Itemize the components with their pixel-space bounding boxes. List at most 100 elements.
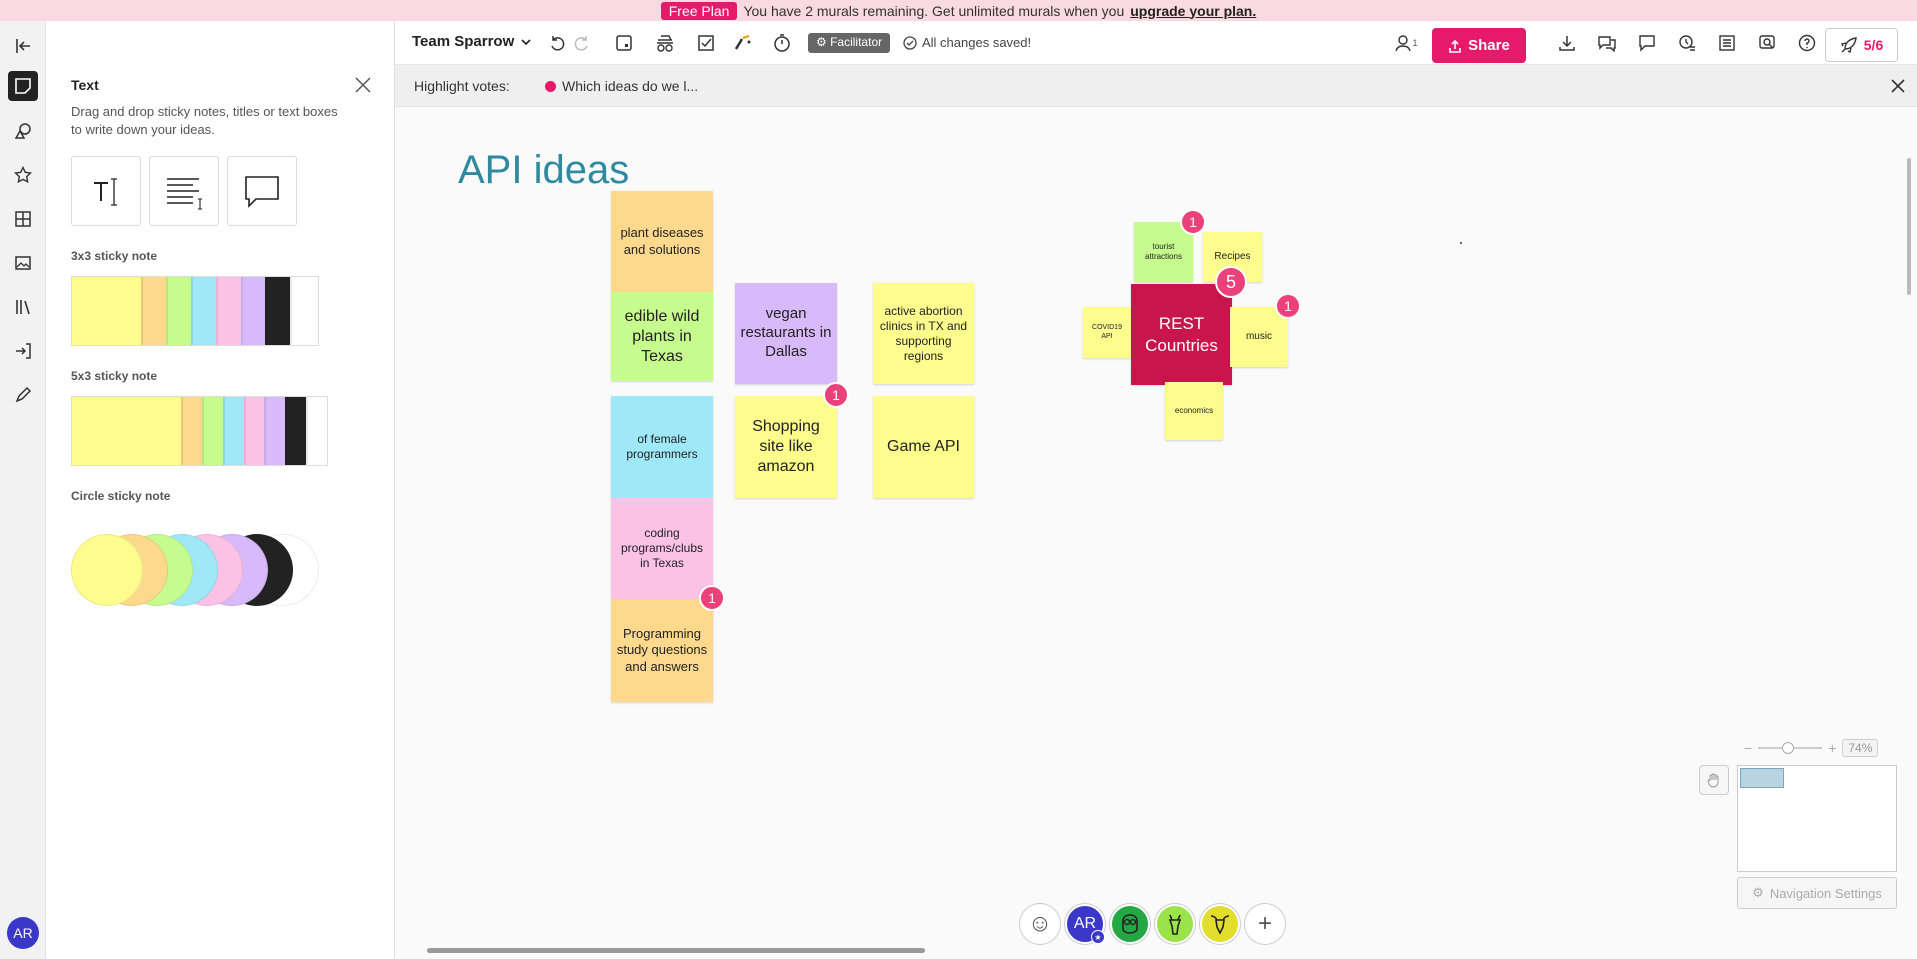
goat-icon xyxy=(1210,915,1230,935)
avatar-anonymous-owl[interactable] xyxy=(1110,904,1150,944)
sticky-note[interactable]: edible wild plants in Texas xyxy=(611,292,713,381)
pen-icon[interactable] xyxy=(8,380,38,410)
circle-swatch-yellow[interactable] xyxy=(71,534,143,606)
chevron-down-icon xyxy=(521,38,531,45)
emoji-reactions-button[interactable]: ☺ xyxy=(1020,904,1060,944)
sticky-note[interactable]: COVID19 API xyxy=(1083,307,1131,358)
add-collaborator-button[interactable]: + xyxy=(1245,904,1285,944)
navigation-settings-button[interactable]: ⚙ Navigation Settings xyxy=(1737,877,1897,909)
shapes-icon[interactable] xyxy=(8,116,38,146)
close-panel-icon[interactable] xyxy=(353,75,373,95)
comment-icon[interactable] xyxy=(1634,30,1660,56)
private-mode-icon[interactable] xyxy=(652,30,678,56)
left-toolbar: AR xyxy=(0,21,46,959)
zoom-in-button[interactable]: + xyxy=(1828,740,1836,756)
sticky-note[interactable]: coding programs/clubs in Texas xyxy=(611,498,713,599)
grid-icon[interactable] xyxy=(8,204,38,234)
sticky-note-icon[interactable] xyxy=(8,71,38,101)
timer-icon[interactable] xyxy=(769,30,795,56)
swatch-purple[interactable] xyxy=(240,277,266,345)
avatar-anonymous-goat[interactable] xyxy=(1200,904,1240,944)
voting-icon[interactable] xyxy=(693,30,719,56)
avatar-anonymous-giraffe[interactable] xyxy=(1155,904,1195,944)
sticky-note[interactable]: vegan restaurants in Dallas xyxy=(735,283,837,384)
star-icon[interactable] xyxy=(8,160,38,190)
celebrate-icon[interactable] xyxy=(730,30,756,56)
sticky-3x3-swatches[interactable] xyxy=(71,276,319,346)
horizontal-scrollbar[interactable] xyxy=(427,948,925,953)
library-icon[interactable] xyxy=(8,292,38,322)
sticky-5x3-swatches[interactable] xyxy=(71,396,328,466)
highlight-votes-bar: Highlight votes: Which ideas do we l... xyxy=(395,65,1917,107)
redo-icon[interactable] xyxy=(569,30,595,56)
participants-button[interactable]: 1 xyxy=(1389,30,1423,56)
swatch-blue[interactable] xyxy=(191,277,216,345)
help-icon[interactable] xyxy=(1794,30,1820,56)
swatch-orange[interactable] xyxy=(181,397,202,465)
team-selector[interactable]: Team Sparrow xyxy=(412,33,532,50)
zoom-controls: − + 74% xyxy=(1744,738,1896,758)
swatch-green[interactable] xyxy=(201,397,223,465)
share-button[interactable]: Share xyxy=(1432,28,1526,63)
panel-description: Drag and drop sticky notes, titles or te… xyxy=(71,104,338,137)
zoom-slider[interactable] xyxy=(1758,742,1823,754)
swatch-blue[interactable] xyxy=(222,397,244,465)
sticky-note[interactable]: of female programmers xyxy=(611,396,713,498)
avatar-initials: AR xyxy=(1073,915,1097,932)
sticky-note[interactable]: Shopping site like amazon xyxy=(735,396,837,498)
zoom-level[interactable]: 74% xyxy=(1842,739,1879,757)
vertical-scrollbar[interactable] xyxy=(1907,158,1911,295)
gear-icon: ⚙ xyxy=(1752,885,1764,900)
circle-sticky-swatches[interactable] xyxy=(71,534,341,606)
facilitator-badge[interactable]: ⚙ Facilitator xyxy=(808,33,891,53)
swatch-orange[interactable] xyxy=(141,277,167,345)
download-icon[interactable] xyxy=(1554,30,1580,56)
import-icon[interactable] xyxy=(8,336,38,366)
exit-icon[interactable] xyxy=(8,31,38,61)
comment-tool-button[interactable] xyxy=(227,156,297,226)
swatch-yellow[interactable] xyxy=(72,277,142,345)
participants-count: 1 xyxy=(1412,38,1418,48)
outline-list-icon[interactable] xyxy=(1714,30,1740,56)
sticky-note[interactable]: Programming study questions and answers xyxy=(611,599,713,702)
board-title[interactable]: API ideas xyxy=(458,148,629,193)
onboarding-progress-button[interactable]: 5/6 xyxy=(1825,28,1898,62)
swatch-pink[interactable] xyxy=(215,277,241,345)
swatch-black[interactable] xyxy=(265,277,291,345)
search-icon[interactable] xyxy=(1754,30,1780,56)
outline-icon[interactable] xyxy=(611,30,637,56)
sticky-note[interactable]: Game API xyxy=(873,396,974,498)
minimap-viewport[interactable] xyxy=(1740,768,1784,788)
text-tool-button[interactable] xyxy=(71,156,141,226)
undo-icon[interactable] xyxy=(544,30,570,56)
sticky-note[interactable]: economics xyxy=(1165,382,1223,440)
sticky-note[interactable]: REST Countries xyxy=(1131,284,1232,385)
sticky-3x3-label: 3x3 sticky note xyxy=(71,249,158,263)
close-votes-icon[interactable] xyxy=(1889,77,1907,95)
activity-icon[interactable] xyxy=(1674,30,1700,56)
rocket-icon xyxy=(1840,37,1857,54)
swatch-green[interactable] xyxy=(166,277,191,345)
zoom-slider-handle[interactable] xyxy=(1782,742,1795,754)
swatch-purple[interactable] xyxy=(264,397,286,465)
upload-icon xyxy=(1449,39,1461,53)
text-box-tool-button[interactable] xyxy=(149,156,219,226)
hand-tool-icon[interactable] xyxy=(1699,765,1729,795)
user-avatar[interactable]: AR xyxy=(7,917,39,949)
zoom-out-button[interactable]: − xyxy=(1744,740,1752,756)
vote-badge: 1 xyxy=(823,382,849,408)
swatch-yellow[interactable] xyxy=(72,397,182,465)
image-icon[interactable] xyxy=(8,248,38,278)
voting-session-item[interactable]: Which ideas do we l... xyxy=(545,78,698,94)
swatch-black[interactable] xyxy=(285,397,307,465)
upgrade-plan-link[interactable]: upgrade your plan. xyxy=(1130,3,1256,19)
swatch-pink[interactable] xyxy=(243,397,265,465)
minimap[interactable] xyxy=(1737,765,1897,872)
swatch-white[interactable] xyxy=(290,277,318,345)
check-circle-icon xyxy=(903,35,917,50)
sticky-note[interactable]: active abortion clinics in TX and suppor… xyxy=(873,283,974,384)
swatch-white[interactable] xyxy=(306,397,327,465)
avatar-ar[interactable]: AR ★ xyxy=(1065,904,1105,944)
chat-icon[interactable] xyxy=(1594,30,1620,56)
sticky-note[interactable]: plant diseases and solutions xyxy=(611,191,713,292)
